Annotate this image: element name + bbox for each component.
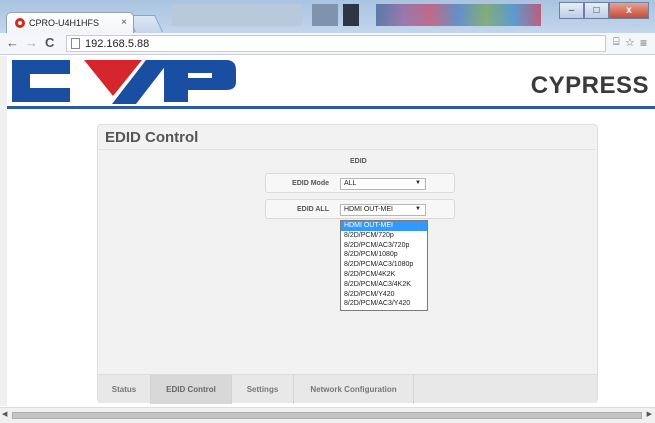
dropdown-option[interactable]: HDMI OUT-MEI (341, 221, 427, 231)
url-field[interactable]: 192.168.5.88 (66, 35, 606, 52)
background-blur (376, 4, 541, 26)
brand-name: CYPRESS (530, 72, 649, 99)
edid-all-dropdown-list: HDMI OUT-MEI 8/2D/PCM/720p 8/2D/PCM/AC3/… (340, 220, 428, 311)
browser-tab[interactable]: CPRO-U4H1HFS × (6, 12, 134, 34)
dropdown-option[interactable]: 8/2D/PCM/AC3/4K2K (341, 280, 427, 290)
translate-icon[interactable]: ⌸ (613, 36, 620, 49)
dropdown-arrow-icon: ▼ (415, 180, 421, 186)
panel-tab-bar: Status EDID Control Settings Network Con… (98, 374, 597, 404)
dropdown-option[interactable]: 8/2D/PCM/AC3/720p (341, 241, 427, 251)
edid-all-value: HDMI OUT-MEI (344, 206, 393, 213)
close-window-button[interactable]: x (609, 2, 649, 19)
tab-settings[interactable]: Settings (232, 375, 294, 404)
horizontal-scrollbar[interactable]: ◀ ▶ (0, 407, 655, 423)
vertical-scrollbar[interactable] (0, 56, 7, 406)
edid-mode-row: EDID Mode ALL ▼ (265, 173, 455, 193)
scroll-left-arrow-icon[interactable]: ◀ (2, 410, 7, 418)
edid-control-panel: EDID Control EDID EDID Mode ALL ▼ EDID A… (97, 124, 598, 404)
scroll-right-arrow-icon[interactable]: ▶ (647, 410, 652, 418)
edid-all-select[interactable]: HDMI OUT-MEI ▼ (340, 204, 426, 216)
page-header: CYPRESS (0, 56, 655, 106)
forward-arrow-icon[interactable]: → (25, 36, 38, 50)
edid-all-label: EDID ALL (296, 206, 329, 213)
url-text: 192.168.5.88 (85, 38, 150, 50)
browser-titlebar: CPRO-U4H1HFS × – □ x (0, 0, 655, 34)
edid-mode-value: ALL (344, 180, 357, 187)
dropdown-option[interactable]: 8/2D/PCM/Y420 (341, 290, 427, 300)
maximize-button[interactable]: □ (584, 2, 609, 19)
edid-all-row: EDID ALL HDMI OUT-MEI ▼ (265, 199, 455, 219)
edid-mode-label: EDID Mode (292, 180, 329, 187)
minimize-button[interactable]: – (559, 2, 584, 19)
section-heading: EDID (350, 158, 367, 165)
site-favicon-icon (15, 18, 25, 28)
dropdown-option[interactable]: 8/2D/PCM/AC3/Y420 (341, 299, 427, 309)
menu-icon[interactable]: ≡ (640, 36, 647, 50)
tab-status[interactable]: Status (98, 375, 151, 404)
background-blur (343, 4, 359, 26)
dropdown-option[interactable]: 8/2D/PCM/4K2K (341, 270, 427, 280)
page-title: EDID Control (105, 129, 199, 146)
tab-edid-control[interactable]: EDID Control (151, 375, 232, 404)
dropdown-option[interactable]: 8/2D/PCM/AC3/1080p (341, 260, 427, 270)
edid-mode-select[interactable]: ALL ▼ (340, 178, 426, 190)
background-blur (312, 4, 338, 26)
scrollbar-thumb[interactable] (12, 412, 642, 419)
page-icon (71, 38, 80, 49)
star-icon[interactable]: ☆ (625, 36, 635, 49)
background-blur (172, 4, 302, 26)
dropdown-option[interactable]: 8/2D/PCM/720p (341, 231, 427, 241)
cyp-logo (12, 60, 236, 104)
back-arrow-icon[interactable]: ← (6, 36, 19, 50)
tab-close-icon[interactable]: × (121, 17, 127, 28)
title-divider (98, 149, 597, 150)
tab-title: CPRO-U4H1HFS (29, 18, 100, 28)
dropdown-arrow-icon: ▼ (415, 206, 421, 212)
window-controls: – □ x (559, 2, 649, 19)
tab-network-configuration[interactable]: Network Configuration (294, 375, 414, 404)
header-rule (0, 106, 655, 109)
dropdown-option[interactable]: 8/2D/PCM/1080p (341, 250, 427, 260)
address-bar: ← → C 192.168.5.88 ⌸ ☆ ≡ (0, 33, 655, 55)
reload-icon[interactable]: C (45, 36, 54, 50)
